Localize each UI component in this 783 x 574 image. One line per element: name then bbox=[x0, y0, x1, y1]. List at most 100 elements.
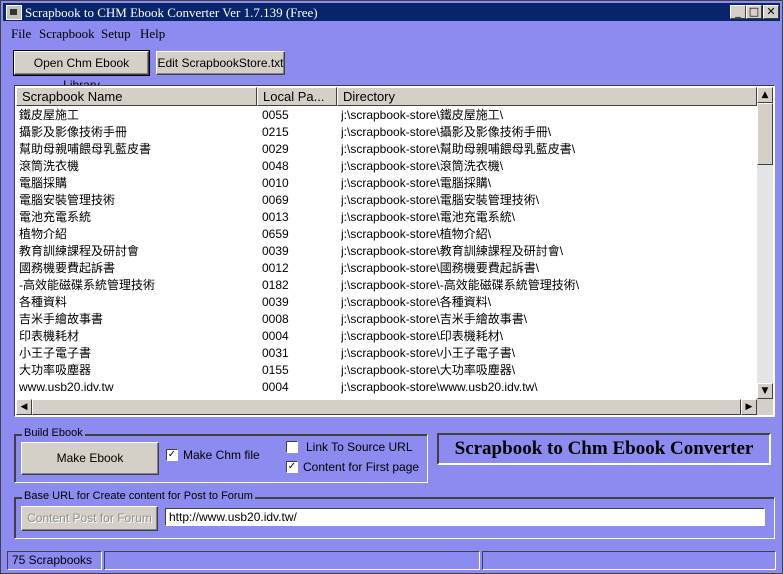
directory-cell: j:\scrapbook-store\大功率吸塵器\ bbox=[341, 363, 516, 377]
table-row[interactable]: -高效能磁碟系統管理技術 0182 j:\scrapbook-store\-高效能磁… bbox=[16, 277, 757, 294]
directory-cell: j:\scrapbook-store\鐵皮屋施工\ bbox=[341, 108, 504, 122]
scrapbook-list[interactable]: Scrapbook Name Local Pa... Directory 鐵皮屋… bbox=[14, 85, 775, 417]
open-chm-library-button[interactable]: Open Chm Ebook Library bbox=[13, 50, 150, 92]
scrapbook-name-cell: 電池充電系統 bbox=[19, 210, 92, 224]
main-window: Scrapbook to CHM Ebook Converter Ver 1.7… bbox=[0, 0, 783, 574]
local-path-cell: 0031 bbox=[262, 346, 289, 360]
scrapbook-name-cell: 印表機耗材 bbox=[19, 329, 80, 343]
directory-cell: j:\scrapbook-store\教育訓練課程及研討會\ bbox=[341, 244, 564, 258]
scroll-left-button[interactable]: ◀ bbox=[16, 399, 32, 415]
scrapbook-name-cell: 吉米手繪故事書 bbox=[19, 312, 104, 326]
horizontal-scrollbar[interactable]: ◀ ▶ bbox=[16, 399, 757, 415]
menu-file[interactable]: File bbox=[11, 26, 31, 42]
status-panel-2 bbox=[104, 551, 480, 570]
directory-cell: j:\scrapbook-store\吉米手繪故事書\ bbox=[341, 312, 528, 326]
content-first-label: Content for First page bbox=[303, 460, 420, 474]
table-row[interactable]: 電腦安裝管理技術 0069 j:\scrapbook-store\電腦安裝管理技術\ bbox=[16, 192, 757, 209]
title-bar[interactable]: Scrapbook to CHM Ebook Converter Ver 1.7… bbox=[3, 3, 780, 21]
content-post-forum-button[interactable]: Content Post for Forum bbox=[21, 506, 158, 531]
local-path-cell: 0039 bbox=[262, 295, 289, 309]
local-path-cell: 0008 bbox=[262, 312, 289, 326]
link-source-checkbox[interactable] bbox=[286, 441, 298, 453]
local-path-cell: 0039 bbox=[262, 244, 289, 258]
arrow-left-icon: ◀ bbox=[20, 402, 28, 412]
local-path-cell: 0012 bbox=[262, 261, 289, 275]
table-row[interactable]: www.usb20.idv.tw 0004 j:\scrapbook-store\w… bbox=[16, 379, 757, 396]
table-row[interactable]: 電池充電系統 0013 j:\scrapbook-store\電池充電系統\ bbox=[16, 209, 757, 226]
vertical-scroll-thumb[interactable] bbox=[757, 103, 773, 165]
scroll-up-button[interactable]: ▲ bbox=[757, 87, 773, 103]
scroll-down-button[interactable]: ▼ bbox=[757, 383, 773, 399]
directory-cell: j:\scrapbook-store\小王子電子書\ bbox=[341, 346, 516, 360]
directory-cell: j:\scrapbook-store\攝影及影像技術手冊\ bbox=[341, 125, 552, 139]
scrapbook-count: 75 Scrapbooks bbox=[7, 551, 102, 570]
table-row[interactable]: 各種資料 0039 j:\scrapbook-store\各種資料\ bbox=[16, 294, 757, 311]
menu-scrapbook[interactable]: Scrapbook bbox=[39, 26, 95, 42]
local-path-cell: 0048 bbox=[262, 159, 289, 173]
close-button[interactable]: ✕ bbox=[763, 5, 779, 19]
scrapbook-name-cell: 鐵皮屋施工 bbox=[19, 108, 80, 122]
scroll-right-button[interactable]: ▶ bbox=[741, 399, 757, 415]
table-row[interactable]: 小王子電子書 0031 j:\scrapbook-store\小王子電子書\ bbox=[16, 345, 757, 362]
local-path-cell: 0215 bbox=[262, 125, 289, 139]
minimize-button[interactable]: _ bbox=[730, 5, 746, 19]
scrapbook-name-cell: 國務機要費起訴書 bbox=[19, 261, 116, 275]
arrow-up-icon: ▲ bbox=[761, 90, 769, 100]
scrapbook-name-cell: www.usb20.idv.tw bbox=[19, 380, 114, 394]
vertical-scrollbar[interactable]: ▲ ▼ bbox=[757, 87, 773, 399]
column-scrapbook-name[interactable]: Scrapbook Name bbox=[16, 87, 257, 106]
scrapbook-name-cell: 教育訓練課程及研討會 bbox=[19, 244, 140, 258]
directory-cell: j:\scrapbook-store\國務機要費起訴書\ bbox=[341, 261, 540, 275]
scrapbook-name-cell: 電腦採購 bbox=[19, 176, 68, 190]
table-row[interactable]: 滾筒洗衣機 0048 j:\scrapbook-store\滾筒洗衣機\ bbox=[16, 158, 757, 175]
local-path-cell: 0182 bbox=[262, 278, 289, 292]
table-row[interactable]: 教育訓練課程及研討會 0039 j:\scrapbook-store\教育訓練課程及… bbox=[16, 243, 757, 260]
checkmark-icon: ✓ bbox=[287, 461, 297, 472]
local-path-cell: 0055 bbox=[262, 108, 289, 122]
menu-bar: File Scrapbook Setup Help bbox=[3, 23, 780, 43]
column-directory[interactable]: Directory bbox=[337, 87, 757, 106]
content-post-forum-label: Content Post for Forum bbox=[27, 511, 152, 525]
scrapbook-name-cell: 小王子電子書 bbox=[19, 346, 92, 360]
status-panel-3 bbox=[482, 551, 776, 570]
menu-help[interactable]: Help bbox=[140, 26, 165, 42]
make-chm-checkbox[interactable]: ✓ bbox=[166, 449, 178, 461]
table-row[interactable]: 幫助母親哺餵母乳藍皮書 0029 j:\scrapbook-store\幫助母親哺餵… bbox=[16, 141, 757, 158]
table-row[interactable]: 吉米手繪故事書 0008 j:\scrapbook-store\吉米手繪故事書\ bbox=[16, 311, 757, 328]
local-path-cell: 0155 bbox=[262, 363, 289, 377]
link-source-label: Link To Source URL bbox=[306, 440, 413, 454]
arrow-right-icon: ▶ bbox=[745, 402, 753, 412]
scrapbook-name-cell: 滾筒洗衣機 bbox=[19, 159, 80, 173]
local-path-cell: 0010 bbox=[262, 176, 289, 190]
local-path-cell: 0013 bbox=[262, 210, 289, 224]
table-row[interactable]: 植物介紹 0659 j:\scrapbook-store\植物介紹\ bbox=[16, 226, 757, 243]
scrapbook-name-cell: -高效能磁碟系統管理技術 bbox=[19, 278, 155, 292]
app-banner: Scrapbook to Chm Ebook Converter bbox=[437, 433, 771, 465]
horizontal-scroll-thumb[interactable] bbox=[32, 399, 741, 415]
local-path-cell: 0004 bbox=[262, 380, 289, 394]
menu-setup[interactable]: Setup bbox=[101, 26, 131, 42]
directory-cell: j:\scrapbook-store\幫助母親哺餵母乳藍皮書\ bbox=[341, 142, 576, 156]
local-path-cell: 0029 bbox=[262, 142, 289, 156]
make-chm-label: Make Chm file bbox=[183, 448, 260, 462]
table-row[interactable]: 鐵皮屋施工 0055 j:\scrapbook-store\鐵皮屋施工\ bbox=[16, 107, 757, 124]
maximize-button[interactable]: □ bbox=[746, 5, 762, 19]
table-row[interactable]: 大功率吸塵器 0155 j:\scrapbook-store\大功率吸塵器\ bbox=[16, 362, 757, 379]
scrapbook-name-cell: 各種資料 bbox=[19, 295, 68, 309]
content-first-checkbox[interactable]: ✓ bbox=[286, 461, 298, 473]
base-url-input[interactable]: http://www.usb20.idv.tw/ bbox=[165, 508, 765, 526]
table-row[interactable]: 攝影及影像技術手冊 0215 j:\scrapbook-store\攝影及影像技術手… bbox=[16, 124, 757, 141]
status-bar: 75 Scrapbooks bbox=[3, 549, 780, 571]
make-ebook-label: Make Ebook bbox=[56, 451, 124, 465]
table-row[interactable]: 電腦採購 0010 j:\scrapbook-store\電腦採購\ bbox=[16, 175, 757, 192]
directory-cell: j:\scrapbook-store\電池充電系統\ bbox=[341, 210, 516, 224]
app-icon[interactable] bbox=[6, 5, 22, 20]
make-ebook-button[interactable]: Make Ebook bbox=[21, 442, 159, 475]
scrapbook-name-cell: 攝影及影像技術手冊 bbox=[19, 125, 128, 139]
build-ebook-group-label: Build Ebook bbox=[22, 427, 85, 439]
edit-scrapbook-store-button[interactable]: Edit ScrapbookStore.txt bbox=[156, 51, 285, 75]
edit-scrapbook-store-label: Edit ScrapbookStore.txt bbox=[157, 56, 284, 70]
table-row[interactable]: 國務機要費起訴書 0012 j:\scrapbook-store\國務機要費起訴書\ bbox=[16, 260, 757, 277]
column-local-path[interactable]: Local Pa... bbox=[257, 87, 337, 106]
table-row[interactable]: 印表機耗材 0004 j:\scrapbook-store\印表機耗材\ bbox=[16, 328, 757, 345]
